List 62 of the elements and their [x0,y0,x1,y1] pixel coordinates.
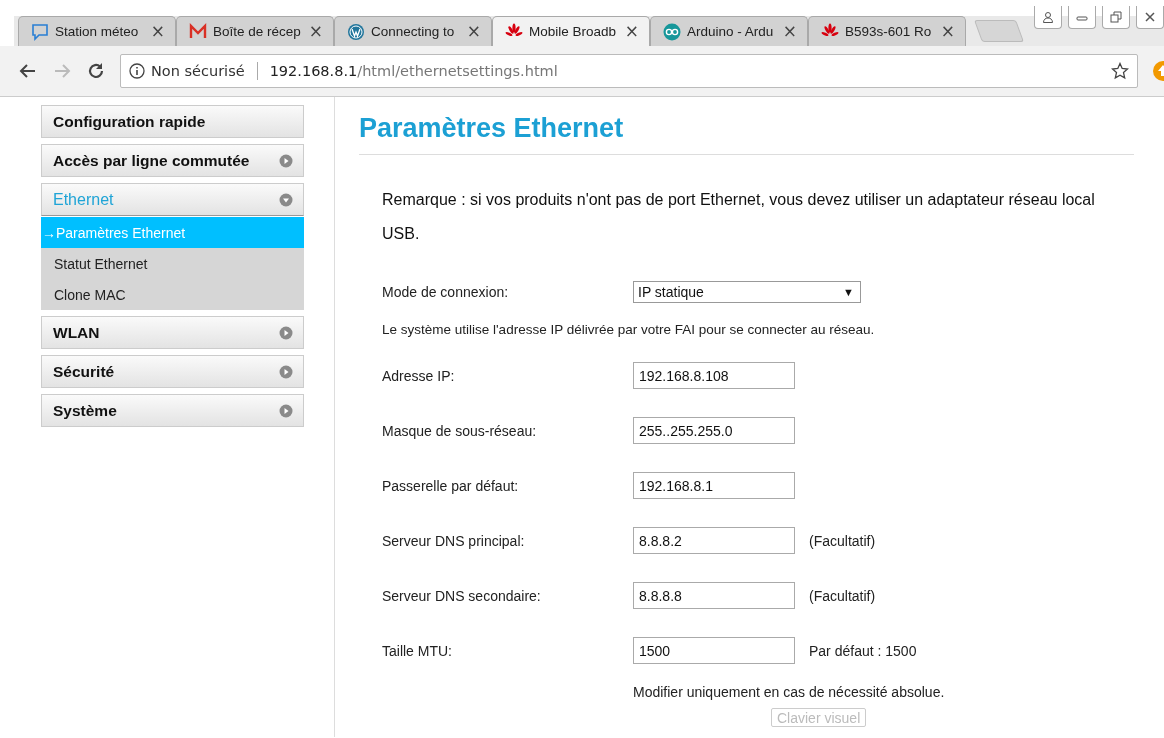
close-icon[interactable]: × [940,23,955,40]
browser-tab[interactable]: Station méteo × [18,16,176,46]
close-button[interactable] [1136,6,1164,29]
tab-title: Connecting to [371,24,456,39]
envelope-m-icon [189,22,207,41]
field-label: Taille MTU: [382,642,453,659]
input-field[interactable]: 1500 [633,637,795,664]
info-text: Le système utilise l'adresse IP délivrée par votre FAI pour se connecter au réseau. [382,322,875,337]
url-text: 192.168.8.1/html/ethernetsettings.html [269,63,559,79]
menu-item[interactable]: Configuration rapide [41,105,304,138]
submenu-item[interactable]: Statut Ethernet [41,248,304,279]
close-icon[interactable]: × [624,23,639,40]
restore-icon [1110,11,1122,23]
browser-tab[interactable]: Mobile Broadb × [492,16,650,46]
address-bar[interactable]: Non sécurisé 192.168.8.1/html/ethernetsettings.html [120,54,1138,88]
close-icon[interactable]: × [782,23,797,40]
browser-tab[interactable]: Arduino - Ardu × [650,16,808,46]
browser-tab[interactable]: B593s-601 Ro × [808,16,966,46]
input-field[interactable]: 8.8.8.2 [633,527,795,554]
field-label: Mode de connexion: [382,284,510,300]
submenu-item[interactable]: Clone MAC [41,279,304,310]
input-field[interactable]: 8.8.8.8 [633,582,795,609]
field-label: Serveur DNS principal: [382,532,526,549]
tab-title: Mobile Broadb [529,24,618,39]
browser-tab[interactable]: Boîte de récep × [176,16,334,46]
info-text: Modifier uniquement en cas de nécessité absolue. [633,684,946,700]
menu-item[interactable]: Sécurité [41,355,304,388]
input-field[interactable]: 192.168.8.1 [633,472,795,499]
tab-title: B593s-601 Ro [845,24,933,39]
browser-tab[interactable]: Connecting to × [334,16,492,46]
close-icon[interactable]: × [466,23,481,40]
close-icon[interactable]: × [308,23,323,40]
field-hint: (Facultatif) [809,532,876,549]
caret-icon: ▼ [843,286,854,298]
reload-icon[interactable] [86,61,106,81]
field-hint: (Facultatif) [809,587,876,604]
connection-mode-dropdown[interactable]: IP statique ▼ [633,281,861,303]
close-icon [1144,11,1156,23]
field-label: Serveur DNS secondaire: [382,587,542,604]
input-field[interactable]: 255..255.255.0 [633,417,795,444]
star-icon[interactable] [1111,62,1129,80]
field-label: Passerelle par défaut: [382,477,520,494]
remark-text: Remarque : si vos produits n'ont pas de port Ethernet, vous devez utiliser un adaptateur réseau local USB. [382,190,1096,244]
security-label: Non sécurisé [151,63,245,79]
close-icon[interactable]: × [150,23,165,40]
menu-item[interactable]: WLAN [41,316,304,349]
w-circle-icon [347,22,365,41]
field-label: Adresse IP: [382,367,456,384]
chat-bubble-icon [31,22,49,41]
page-title: Paramètres Ethernet [359,113,1134,155]
tab-title: Boîte de récep [213,24,302,39]
profile-button[interactable] [1034,6,1062,29]
info-icon [129,63,145,79]
person-icon [1042,11,1054,23]
field-label: Masque de sous-réseau: [382,422,538,439]
tab-title: Station méteo [55,24,140,39]
tab-title: Arduino - Ardu [687,24,775,39]
infinity-circle-icon [663,22,681,41]
menu-item[interactable]: Accès par ligne commutée [41,144,304,177]
field-hint: Par défaut : 1500 [809,642,917,659]
menu-item[interactable]: Système [41,394,304,427]
input-field[interactable]: 192.168.8.108 [633,362,795,389]
